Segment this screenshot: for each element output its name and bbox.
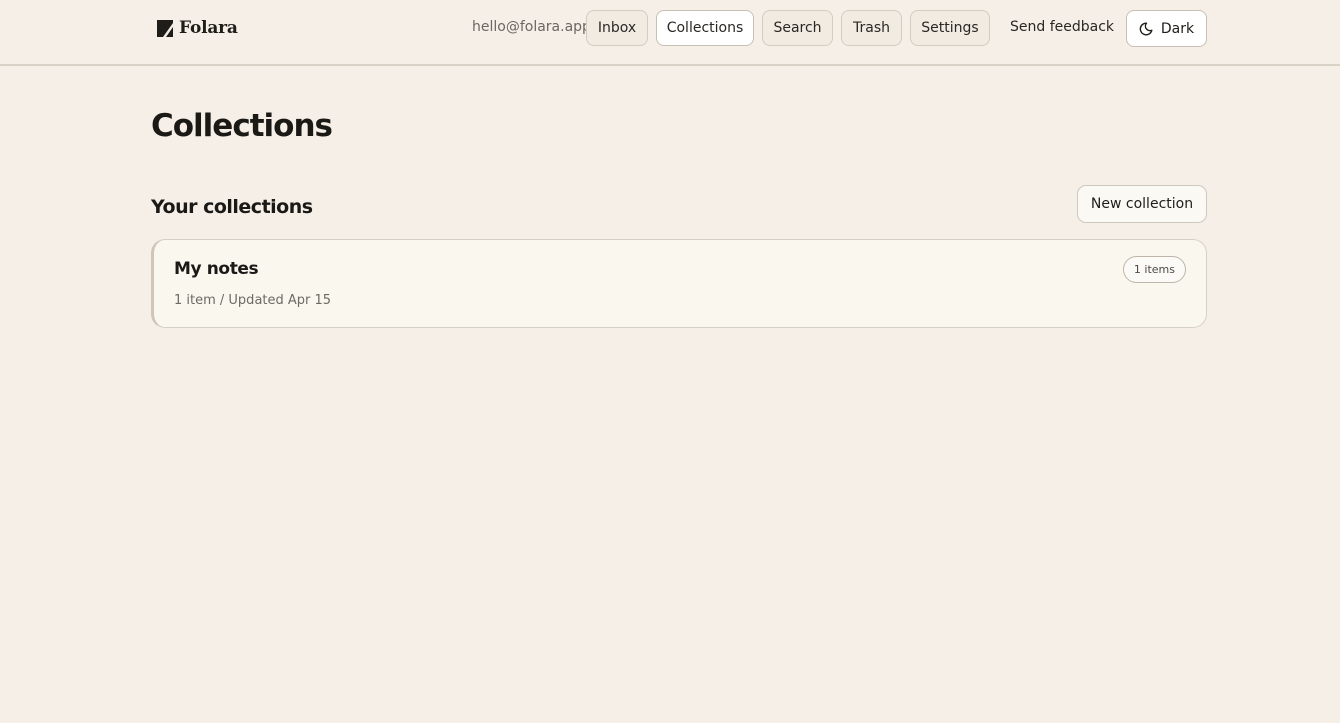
collection-name: My notes xyxy=(174,259,259,279)
nav-search-button[interactable]: Search xyxy=(762,10,833,46)
theme-toggle-label: Dark xyxy=(1160,20,1195,37)
collection-item-count-badge: 1 items xyxy=(1122,256,1186,283)
page-title: Collections xyxy=(151,108,333,144)
user-email: hello@folara.app xyxy=(472,19,591,35)
nav-trash-button[interactable]: Trash xyxy=(841,10,902,46)
nav-settings-button[interactable]: Settings xyxy=(910,10,990,46)
send-feedback-link[interactable]: Send feedback xyxy=(1010,19,1114,35)
moon-icon xyxy=(1139,21,1153,35)
section-title: Your collections xyxy=(151,196,313,218)
nav-inbox-button[interactable]: Inbox xyxy=(586,10,648,46)
new-collection-button[interactable]: New collection xyxy=(1077,185,1207,223)
theme-toggle-button[interactable]: Dark xyxy=(1126,10,1207,47)
top-navigation-bar: Folara hello@folara.app Inbox Collection… xyxy=(0,0,1340,66)
collection-meta: 1 item / Updated Apr 15 xyxy=(174,293,332,308)
collection-card[interactable]: My notes 1 item / Updated Apr 15 1 items xyxy=(151,239,1207,328)
nav-collections-button[interactable]: Collections xyxy=(656,10,754,46)
folara-logo-icon xyxy=(157,19,173,37)
app-name: Folara xyxy=(179,18,238,38)
app-logo[interactable]: Folara xyxy=(157,17,238,39)
